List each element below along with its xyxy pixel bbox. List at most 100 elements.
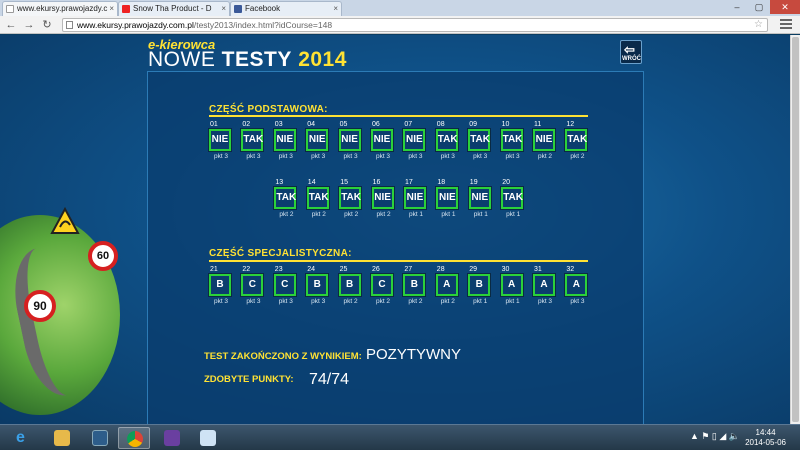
taskbar-app-3[interactable] (84, 427, 116, 449)
answer-box[interactable]: B (467, 273, 492, 297)
question-points: pkt 3 (311, 153, 326, 160)
answer-box[interactable]: TAK (338, 186, 363, 210)
question-number: 10 (501, 121, 510, 128)
answer-box[interactable]: B (208, 273, 232, 297)
forward-arrow-icon[interactable]: → (22, 18, 36, 32)
question-points: pkt 3 (311, 298, 326, 305)
answer-box[interactable]: B (305, 273, 330, 297)
url-path: /testy2013/index.html?idCourse=148 (193, 20, 333, 30)
question-number: 28 (436, 266, 445, 273)
taskbar-chrome[interactable] (118, 427, 150, 449)
tab-youtube[interactable]: Snow Tha Product - D × (118, 1, 230, 16)
answer-box[interactable]: TAK (240, 128, 265, 152)
answer-box[interactable]: NIE (435, 186, 460, 210)
answer-box[interactable]: NIE (402, 128, 427, 152)
tab-label: www.ekursy.prawojazdy.c (17, 4, 108, 13)
question-number: 08 (436, 121, 445, 128)
result-points-value: 74/74 (309, 371, 350, 388)
answer-box[interactable]: A (434, 273, 459, 297)
question-points: pkt 3 (246, 298, 261, 305)
back-button[interactable]: ⇦ WRÓĆ (620, 40, 642, 64)
taskbar-app-5[interactable] (156, 427, 188, 449)
answer-box[interactable]: C (272, 273, 297, 297)
question-points: pkt 1 (441, 211, 456, 218)
answer-tile: 28 Apkt 2 (434, 265, 460, 305)
folder-icon (54, 430, 70, 446)
answer-box[interactable]: NIE (272, 128, 297, 152)
question-number: 03 (274, 121, 283, 128)
question-points: pkt 1 (408, 211, 424, 218)
app-window-icon (92, 430, 108, 446)
address-bar[interactable]: www.ekursy.prawojazdy.com.pl/testy2013/i… (62, 18, 768, 32)
minimize-icon[interactable]: – (726, 0, 748, 14)
page-scrollbar[interactable] (790, 35, 800, 424)
answer-tile: 15 TAK pkt 2 (338, 178, 363, 218)
answer-tile: 23 Cpkt 3 (272, 265, 298, 305)
question-number: 13 (275, 179, 284, 186)
answer-box[interactable]: A (564, 273, 589, 297)
paint-icon (200, 430, 216, 446)
answer-box[interactable]: NIE (337, 128, 362, 152)
answer-box[interactable]: TAK (434, 128, 459, 152)
back-button-label: WRÓĆ (622, 56, 641, 62)
title-year: 2014 (298, 48, 347, 71)
answer-box[interactable]: C (240, 273, 265, 297)
close-window-icon[interactable]: ✕ (770, 0, 800, 14)
tab-facebook[interactable]: Facebook × (230, 1, 342, 16)
answer-box[interactable]: C (370, 273, 394, 297)
question-number: 20 (502, 179, 510, 186)
decorative-globe (0, 205, 120, 424)
answer-box[interactable]: NIE (370, 186, 395, 210)
answer-box[interactable]: NIE (208, 128, 232, 152)
question-points: pkt 1 (473, 211, 488, 218)
taskbar-paint[interactable] (192, 427, 224, 449)
tab-close-icon[interactable]: × (221, 4, 226, 13)
answer-tile: 25 Bpkt 2 (337, 265, 363, 305)
tab-ekursy[interactable]: www.ekursy.prawojazdy.c × (2, 1, 118, 16)
answer-tile: 08 TAK pkt 3 (434, 120, 460, 160)
browser-toolbar: ← → ↻ www.ekursy.prawojazdy.com.pl/testy… (0, 16, 800, 34)
speed-limit-value: 90 (33, 299, 47, 313)
answer-tile: 27 Bpkt 2 (402, 265, 427, 305)
scrollbar-thumb[interactable] (792, 37, 799, 422)
answer-box[interactable]: TAK (305, 186, 330, 210)
bookmark-star-icon[interactable]: ☆ (754, 19, 763, 31)
question-points: pkt 2 (343, 298, 358, 305)
answer-box[interactable]: NIE (370, 128, 394, 152)
question-number: 07 (404, 121, 413, 128)
maximize-icon[interactable]: ▢ (748, 0, 770, 14)
taskbar-explorer[interactable] (46, 427, 78, 449)
answer-box[interactable]: A (499, 273, 524, 297)
question-number: 04 (307, 121, 315, 128)
taskbar-internet-explorer[interactable]: e (8, 427, 40, 449)
system-clock[interactable]: 14:44 2014-05-06 (745, 428, 786, 448)
answer-box[interactable]: A (532, 273, 556, 297)
reload-icon[interactable]: ↻ (40, 18, 54, 32)
answer-box[interactable]: NIE (305, 128, 330, 152)
answer-box[interactable]: TAK (499, 128, 524, 152)
internet-explorer-icon: e (16, 429, 25, 446)
answer-box[interactable]: TAK (467, 128, 492, 152)
answer-box[interactable]: B (402, 273, 427, 297)
answer-tile: 26 Cpkt 2 (370, 265, 395, 305)
question-points: pkt 2 (376, 211, 391, 218)
menu-icon[interactable] (780, 19, 792, 31)
answer-box[interactable]: NIE (532, 128, 556, 152)
question-points: pkt 3 (213, 298, 229, 305)
question-number: 16 (372, 179, 381, 186)
result-points-label: ZDOBYTE PUNKTY: (204, 374, 294, 385)
answer-box[interactable]: B (337, 273, 362, 297)
back-arrow-icon[interactable]: ← (4, 18, 18, 32)
question-points: pkt 1 (505, 298, 520, 305)
system-tray[interactable]: ▲ ⚑ ▯ ◢ 🔈 (690, 431, 740, 442)
question-points: pkt 2 (344, 211, 359, 218)
answer-box[interactable]: TAK (273, 186, 298, 210)
question-number: 19 (469, 179, 478, 186)
tab-close-icon[interactable]: × (109, 4, 114, 13)
answer-box[interactable]: TAK (564, 128, 589, 152)
answer-box[interactable]: NIE (403, 186, 427, 210)
answer-box[interactable]: NIE (467, 186, 492, 210)
tab-close-icon[interactable]: × (333, 4, 338, 13)
answer-tile: 11 NIE pkt 2 (532, 120, 557, 160)
answer-box[interactable]: TAK (500, 186, 525, 210)
